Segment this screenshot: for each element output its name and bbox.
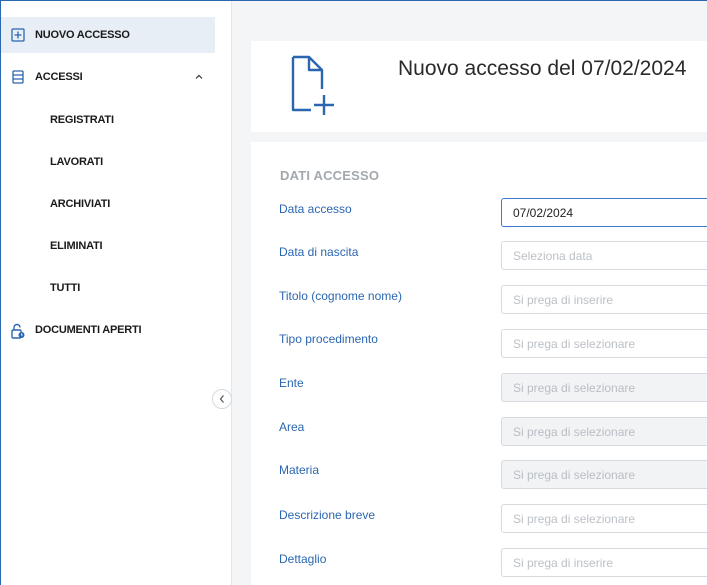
field-label-materia: Materia (279, 463, 320, 477)
field-label-data-accesso: Data accesso (279, 202, 352, 216)
section-title: DATI ACCESSO (280, 168, 380, 183)
sidebar-item-label: REGISTRATI (50, 114, 114, 126)
sidebar-item-label: LAVORATI (50, 156, 103, 168)
chevron-up-icon[interactable] (195, 72, 203, 80)
page-title: Nuovo accesso del 07/02/2024 (398, 57, 687, 80)
sidebar-item-nuovo-accesso[interactable]: NUOVO ACCESSO (1, 17, 215, 53)
sidebar-item-label: ARCHIVIATI (50, 198, 111, 210)
sidebar-item-registrati[interactable]: REGISTRATI (1, 102, 215, 138)
field-label-titolo: Titolo (cognome nome) (279, 289, 402, 303)
field-label-dettaglio: Dettaglio (279, 552, 327, 566)
dettaglio-input[interactable]: Si prega di inserire (501, 548, 707, 577)
sidebar: NUOVO ACCESSO ACCESSI REGISTRATI LAVORAT… (1, 1, 232, 585)
sidebar-collapse-button[interactable] (212, 389, 232, 409)
data-nascita-input[interactable]: Seleziona data (501, 241, 707, 270)
sidebar-item-documenti-aperti[interactable]: DOCUMENTI APERTI (1, 312, 215, 348)
new-file-icon (284, 55, 334, 115)
data-accesso-input[interactable]: 07/02/2024 (501, 198, 707, 227)
field-label-data-nascita: Data di nascita (279, 245, 359, 259)
sidebar-item-tutti[interactable]: TUTTI (1, 270, 215, 306)
sidebar-item-eliminati[interactable]: ELIMINATI (1, 228, 215, 264)
form-dati-accesso: DATI ACCESSO Data accesso 07/02/2024 Dat… (251, 142, 707, 585)
area-select[interactable]: Si prega di selezionare (501, 417, 707, 446)
sidebar-item-label: ELIMINATI (50, 240, 103, 252)
list-box-icon (11, 70, 25, 84)
chevron-left-icon (218, 394, 226, 404)
field-label-tipo-procedimento: Tipo procedimento (279, 332, 378, 346)
descrizione-breve-select[interactable]: Si prega di selezionare (501, 504, 707, 533)
field-label-descrizione-breve: Descrizione breve (279, 508, 376, 522)
sidebar-item-accessi[interactable]: ACCESSI (1, 59, 215, 95)
field-label-area: Area (279, 420, 305, 434)
sidebar-item-label: ACCESSI (35, 71, 83, 83)
sidebar-item-label: DOCUMENTI APERTI (35, 324, 142, 336)
sidebar-item-label: NUOVO ACCESSO (35, 29, 130, 41)
unlock-clock-icon (11, 323, 25, 339)
plus-square-icon (11, 28, 25, 42)
ente-select[interactable]: Si prega di selezionare (501, 373, 707, 402)
page-header: Nuovo accesso del 07/02/2024 (251, 41, 707, 132)
tipo-procedimento-select[interactable]: Si prega di selezionare (501, 329, 707, 358)
sidebar-item-lavorati[interactable]: LAVORATI (1, 144, 215, 180)
sidebar-item-archiviati[interactable]: ARCHIVIATI (1, 186, 215, 222)
titolo-input[interactable]: Si prega di inserire (501, 285, 707, 314)
sidebar-item-label: TUTTI (50, 282, 81, 294)
materia-select[interactable]: Si prega di selezionare (501, 460, 707, 489)
field-label-ente: Ente (279, 376, 304, 390)
